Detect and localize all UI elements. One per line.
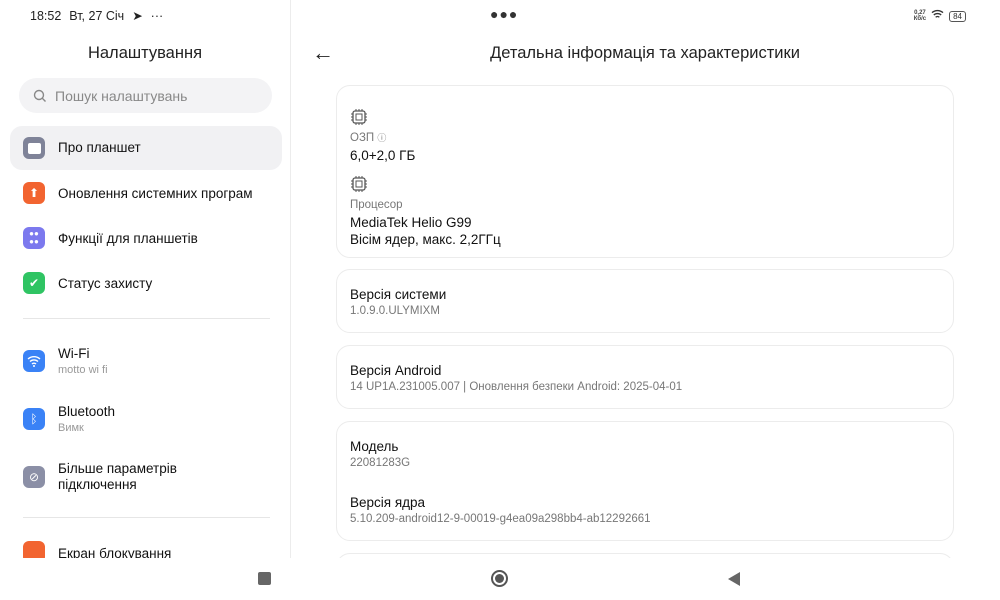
ram-value: 6,0+2,0 ГБ bbox=[350, 148, 416, 163]
bluetooth-icon: ᛒ bbox=[23, 408, 45, 430]
lock-icon bbox=[23, 541, 45, 558]
arrow-up-icon: ⬆ bbox=[23, 182, 45, 204]
sidebar-item-about-tablet[interactable]: Про планшет bbox=[10, 126, 282, 170]
item-label: Функції для планшетів bbox=[58, 231, 198, 246]
tablet-icon bbox=[23, 137, 45, 159]
sidebar-item-tablet-features[interactable]: ●● ●● Функції для планшетів bbox=[10, 216, 282, 260]
status-bar-left: 18:52 Вт, 27 Січ ➤ ··· bbox=[30, 8, 164, 24]
kernel-label: Версія ядра bbox=[350, 495, 426, 510]
search-icon bbox=[33, 89, 46, 102]
shield-icon: ✔ bbox=[23, 272, 45, 294]
recents-button[interactable] bbox=[258, 572, 271, 585]
home-button[interactable] bbox=[491, 570, 508, 587]
item-label: Wi-Fi bbox=[58, 346, 90, 361]
clock: 18:52 bbox=[30, 8, 62, 23]
back-arrow-button[interactable]: ← bbox=[312, 40, 334, 66]
item-label: Оновлення системних програм bbox=[58, 186, 253, 201]
sidebar-item-bluetooth[interactable]: ᛒ Bluetooth Вимк bbox=[10, 396, 282, 442]
model-label: Модель bbox=[350, 439, 399, 454]
model-value: 22081283G bbox=[350, 457, 411, 469]
item-sublabel: Вимк bbox=[58, 422, 84, 434]
battery-icon: 84 bbox=[949, 10, 966, 22]
network-speed-unit: Кб/с bbox=[913, 16, 927, 22]
item-label: Bluetooth bbox=[58, 404, 116, 419]
cpu-model: MediaTek Helio G99 bbox=[350, 215, 472, 230]
item-sublabel: motto wi fi bbox=[58, 364, 108, 376]
apps-grid-icon: ●● ●● bbox=[23, 227, 45, 249]
item-label: Екран блокування bbox=[58, 546, 172, 558]
android-version-card[interactable]: Версія Android 14 UP1A.231005.007 | Онов… bbox=[336, 345, 954, 409]
item-label: Про планшет bbox=[58, 140, 141, 155]
status-bar-right: 0,27 Кб/с 84 bbox=[914, 9, 966, 23]
chip-icon bbox=[351, 109, 367, 125]
hardware-card: ОЗП ⓘ 6,0+2,0 ГБ Процесор MediaTek Helio… bbox=[336, 85, 954, 258]
android-version-label: Версія Android bbox=[350, 363, 442, 378]
sidebar-item-lock-screen[interactable]: Екран блокування bbox=[10, 531, 282, 558]
divider bbox=[23, 318, 270, 319]
system-version-value: 1.0.9.0.ULYMIXM bbox=[350, 305, 440, 317]
sidebar-item-security-status[interactable]: ✔ Статус захисту bbox=[10, 261, 282, 305]
processor-icon bbox=[351, 176, 367, 192]
link-icon: ⊘ bbox=[23, 466, 45, 488]
search-placeholder: Пошук налаштувань bbox=[55, 87, 188, 104]
divider bbox=[23, 517, 270, 518]
wifi-icon bbox=[23, 350, 45, 372]
page-title: Детальна інформація та характеристики bbox=[490, 44, 800, 62]
android-version-value: 14 UP1A.231005.007 | Оновлення безпеки A… bbox=[350, 381, 683, 393]
more-dots-icon: ●●● bbox=[490, 6, 519, 22]
system-version-label: Версія системи bbox=[350, 287, 447, 302]
sidebar-title: Налаштування bbox=[87, 44, 203, 62]
cpu-cores: Вісім ядер, макс. 2,2ГГц bbox=[350, 232, 501, 247]
search-input[interactable]: Пошук налаштувань bbox=[19, 78, 272, 113]
date: Вт, 27 Січ bbox=[69, 8, 125, 23]
details-pane: ●●● 0,27 Кб/с 84 ← Детальна інформація т… bbox=[291, 0, 1000, 558]
kernel-value: 5.10.209-android12-9-00019-g4ea09a298bb4… bbox=[350, 513, 651, 525]
ram-label: ОЗП ⓘ bbox=[350, 132, 387, 144]
more-notifications-icon: ··· bbox=[150, 8, 164, 23]
settings-sidebar: 18:52 Вт, 27 Січ ➤ ··· Налаштування Пошу… bbox=[0, 0, 290, 558]
back-button[interactable] bbox=[728, 572, 740, 586]
item-label: Статус захисту bbox=[58, 276, 153, 291]
item-label: Більше параметрів підключення bbox=[58, 461, 177, 492]
sidebar-item-system-updates[interactable]: ⬆ Оновлення системних програм bbox=[10, 171, 282, 215]
model-kernel-card: Модель 22081283G Версія ядра 5.10.209-an… bbox=[336, 421, 954, 541]
navigation-bar bbox=[0, 558, 1000, 600]
sidebar-item-more-connections[interactable]: ⊘ Більше параметрів підключення bbox=[10, 454, 282, 500]
telegram-icon: ➤ bbox=[132, 9, 143, 23]
cpu-label: Процесор bbox=[350, 199, 403, 211]
info-icon: ⓘ bbox=[377, 133, 387, 143]
sidebar-item-wifi[interactable]: Wi-Fi motto wi fi bbox=[10, 338, 282, 384]
wifi-status-icon bbox=[930, 9, 945, 23]
system-version-card[interactable]: Версія системи 1.0.9.0.ULYMIXM bbox=[336, 269, 954, 333]
